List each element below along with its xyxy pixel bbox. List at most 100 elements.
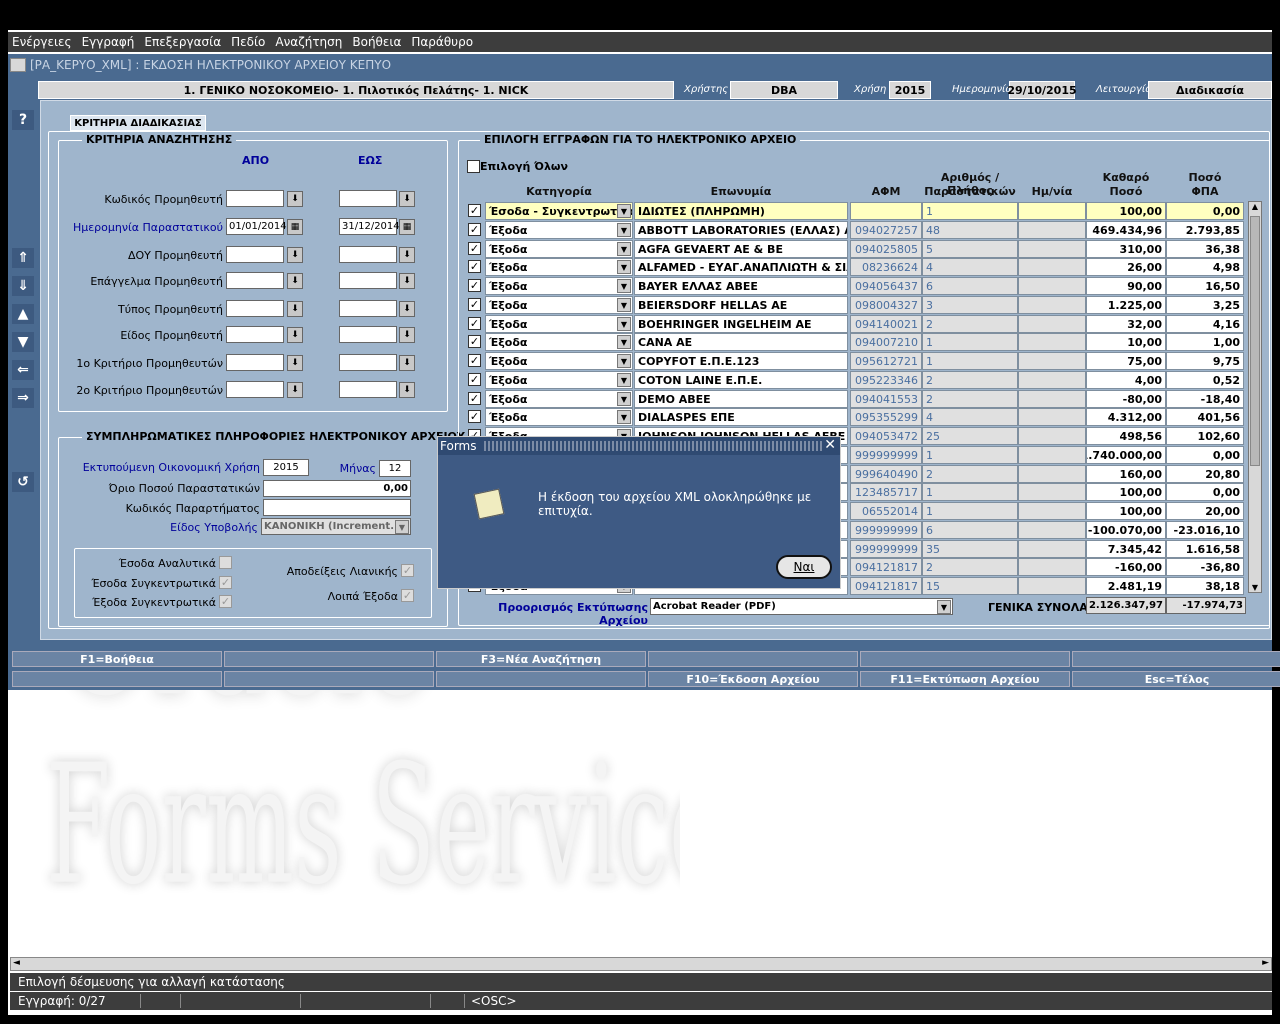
dialog-ok-button[interactable]: Ναι <box>776 555 832 579</box>
menu-item-5[interactable]: Βοήθεια <box>352 35 401 49</box>
row-category[interactable]: Έξοδα ▼ <box>485 390 633 408</box>
row-category[interactable]: Έσοδα - Συγκεντρωτικά ▼ <box>485 202 633 220</box>
row-category[interactable]: Έξοδα ▼ <box>485 221 633 239</box>
fiscal-year-input[interactable]: 2015 <box>263 459 309 476</box>
chk-income-summary[interactable]: ✓ <box>219 576 232 589</box>
fkey-r1-5[interactable] <box>1072 651 1280 667</box>
fkey-r1-3[interactable] <box>648 651 858 667</box>
fkey-r1-0[interactable]: F1=Βοήθεια <box>12 651 222 667</box>
search-to-2[interactable] <box>339 246 397 263</box>
search-to-1[interactable]: 31/12/2014 <box>339 218 400 235</box>
next-record-button[interactable]: ▼ <box>12 332 34 352</box>
row-select-checkbox[interactable]: ✓ <box>468 242 481 255</box>
list-values-icon[interactable]: ⬇ <box>399 382 415 398</box>
row-category[interactable]: Έξοδα ▼ <box>485 333 633 351</box>
menu-item-3[interactable]: Πεδίο <box>231 35 265 49</box>
list-values-icon[interactable]: ⬇ <box>287 355 303 371</box>
search-from-3[interactable] <box>226 272 284 289</box>
table-row[interactable]: ✓ Έξοδα ▼ BAYER ΕΛΛΑΣ ΑΒΕΕ 094056437 6 9… <box>466 277 1246 295</box>
fkey-r2-2[interactable] <box>436 671 646 687</box>
list-values-icon[interactable]: ⬇ <box>287 327 303 343</box>
scroll-up-icon[interactable]: ▲ <box>1249 202 1261 214</box>
search-to-6[interactable] <box>339 354 397 371</box>
scroll-right-icon[interactable]: ► <box>1262 958 1269 968</box>
row-category[interactable]: Έξοδα ▼ <box>485 371 633 389</box>
select-all-checkbox[interactable] <box>467 160 480 173</box>
next-block-button[interactable]: ⇒ <box>12 388 34 408</box>
row-category[interactable]: Έξοδα ▼ <box>485 240 633 258</box>
calendar-icon[interactable]: ▦ <box>399 219 415 235</box>
row-select-checkbox[interactable]: ✓ <box>468 204 481 217</box>
search-from-0[interactable] <box>226 190 284 207</box>
first-record-button[interactable]: ⇑ <box>12 248 34 268</box>
previous-record-button[interactable]: ▲ <box>12 304 34 324</box>
list-values-icon[interactable]: ⬇ <box>287 273 303 289</box>
print-destination-select[interactable]: Acrobat Reader (PDF) ▼ <box>650 598 953 615</box>
list-values-icon[interactable]: ⬇ <box>287 247 303 263</box>
search-to-5[interactable] <box>339 326 397 343</box>
row-select-checkbox[interactable]: ✓ <box>468 279 481 292</box>
amount-limit-input[interactable]: 0,00 <box>263 480 411 497</box>
search-to-0[interactable] <box>339 190 397 207</box>
fkey-r2-5[interactable]: Esc=Τέλος <box>1072 671 1280 687</box>
table-row[interactable]: ✓ Έξοδα ▼ BOEHRINGER INGELHEIM AE 094140… <box>466 315 1246 333</box>
table-row[interactable]: ✓ Έξοδα ▼ DEMO ABEE 094041553 2 -80,00 -… <box>466 390 1246 408</box>
table-row[interactable]: ✓ Έξοδα ▼ COPYFOT Ε.Π.Ε.123 095612721 1 … <box>466 352 1246 370</box>
branch-code-input[interactable] <box>263 499 411 516</box>
row-select-checkbox[interactable]: ✓ <box>468 373 481 386</box>
row-select-checkbox[interactable]: ✓ <box>468 392 481 405</box>
row-select-checkbox[interactable]: ✓ <box>468 354 481 367</box>
chk-receipts[interactable]: ✓ <box>401 564 414 577</box>
list-values-icon[interactable]: ⬇ <box>399 327 415 343</box>
list-values-icon[interactable]: ⬇ <box>399 273 415 289</box>
list-values-icon[interactable]: ⬇ <box>287 191 303 207</box>
table-row[interactable]: ✓ Έξοδα ▼ CANA AE 094007210 1 10,00 1,00 <box>466 333 1246 351</box>
menu-item-4[interactable]: Αναζήτηση <box>275 35 342 49</box>
table-row[interactable]: ✓ Έξοδα ▼ ABBOTT LABORATORIES (ΕΛΛΑΣ) ΑΒ… <box>466 221 1246 239</box>
search-from-6[interactable] <box>226 354 284 371</box>
row-category[interactable]: Έξοδα ▼ <box>485 277 633 295</box>
last-record-button[interactable]: ⇓ <box>12 276 34 296</box>
search-from-5[interactable] <box>226 326 284 343</box>
row-select-checkbox[interactable]: ✓ <box>468 260 481 273</box>
search-to-7[interactable] <box>339 381 397 398</box>
scroll-thumb[interactable] <box>1250 216 1260 466</box>
row-category[interactable]: Έξοδα ▼ <box>485 408 633 426</box>
menu-item-1[interactable]: Εγγραφή <box>82 35 135 49</box>
menu-item-0[interactable]: Ενέργειες <box>12 35 72 49</box>
list-values-icon[interactable]: ⬇ <box>287 382 303 398</box>
previous-block-button[interactable]: ⇐ <box>12 360 34 380</box>
list-values-icon[interactable]: ⬇ <box>399 191 415 207</box>
list-values-icon[interactable]: ⬇ <box>287 301 303 317</box>
search-from-7[interactable] <box>226 381 284 398</box>
fkey-r2-1[interactable] <box>224 671 434 687</box>
table-row[interactable]: ✓ Έξοδα ▼ COTON LAINE Ε.Π.Ε. 095223346 2… <box>466 371 1246 389</box>
exit-button[interactable]: ↺ <box>12 472 34 492</box>
search-to-3[interactable] <box>339 272 397 289</box>
tab-criteria[interactable]: ΚΡΙΤΗΡΙΑ ΔΙΑΔΙΚΑΣΙΑΣ <box>70 115 206 131</box>
chk-other-expenses[interactable]: ✓ <box>401 589 414 602</box>
fkey-r1-2[interactable]: F3=Νέα Αναζήτηση <box>436 651 646 667</box>
row-select-checkbox[interactable]: ✓ <box>468 298 481 311</box>
row-category[interactable]: Έξοδα ▼ <box>485 296 633 314</box>
submission-type-select[interactable]: ΚΑΝΟΝΙΚΗ (Increment... ▼ <box>261 518 411 535</box>
fkey-r1-1[interactable] <box>224 651 434 667</box>
list-values-icon[interactable]: ⬇ <box>399 247 415 263</box>
month-input[interactable]: 12 <box>379 460 411 477</box>
row-select-checkbox[interactable]: ✓ <box>468 335 481 348</box>
row-select-checkbox[interactable]: ✓ <box>468 317 481 330</box>
calendar-icon[interactable]: ▦ <box>287 219 303 235</box>
menu-item-2[interactable]: Επεξεργασία <box>144 35 221 49</box>
fkey-r2-3[interactable]: F10=Έκδοση Αρχείου <box>648 671 858 687</box>
list-values-icon[interactable]: ⬇ <box>399 355 415 371</box>
table-row[interactable]: ✓ Έξοδα ▼ BEIERSDORF HELLAS AE 098004327… <box>466 296 1246 314</box>
grid-scrollbar[interactable]: ▲ ▼ <box>1248 201 1262 593</box>
list-values-icon[interactable]: ⬇ <box>399 301 415 317</box>
chk-income-detailed[interactable] <box>219 556 232 569</box>
search-from-4[interactable] <box>226 300 284 317</box>
row-select-checkbox[interactable]: ✓ <box>468 410 481 423</box>
table-row[interactable]: ✓ Έξοδα ▼ ALFAMED - ΕΥΑΓ.ΑΝΑΠΛΙΩΤΗ & ΣΙΑ… <box>466 258 1246 276</box>
search-to-4[interactable] <box>339 300 397 317</box>
help-button[interactable]: ? <box>12 110 34 130</box>
chk-expense-summary[interactable]: ✓ <box>219 595 232 608</box>
